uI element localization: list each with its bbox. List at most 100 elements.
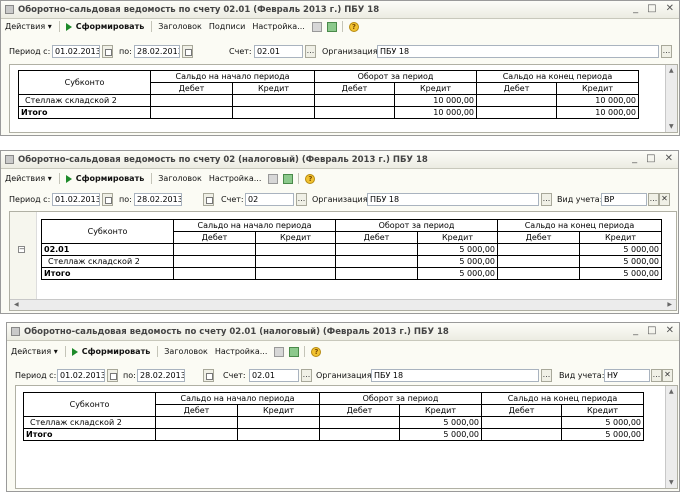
date-from-field[interactable]: 01.02.2013 (52, 45, 100, 58)
account-select-button[interactable]: ... (305, 45, 316, 58)
toolbar: Действия ▾ Сформировать Заголовок Настро… (1, 171, 678, 186)
account-select-button[interactable]: ... (301, 369, 312, 382)
account-field[interactable]: 02.01 (249, 369, 299, 382)
clear-icon[interactable]: ✕ (659, 193, 670, 206)
account-label: Счет: (223, 371, 246, 380)
title-bar[interactable]: Оборотно-сальдовая ведомость по счету 02… (7, 323, 679, 341)
actions-menu[interactable]: Действия ▾ (5, 22, 52, 31)
account-field[interactable]: 02 (245, 193, 294, 206)
acc-type-field[interactable]: НУ (604, 369, 650, 382)
org-select-button[interactable]: ... (541, 193, 552, 206)
window-icon (11, 327, 20, 336)
acc-type-select-button[interactable]: ... (651, 369, 662, 382)
filter-row: Период с: 01.02.2013 по: 28.02.2013 Счет… (1, 191, 678, 209)
org-select-button[interactable]: ... (661, 45, 672, 58)
calendar-icon[interactable] (102, 45, 113, 58)
vertical-scrollbar[interactable]: ▲ ▼ (665, 386, 677, 488)
calendar-icon[interactable] (203, 369, 214, 382)
close-icon[interactable]: ✕ (666, 3, 674, 14)
settings-button[interactable]: Настройка... (252, 22, 305, 31)
acc-type-field[interactable]: ВР (601, 193, 647, 206)
account-field[interactable]: 02.01 (254, 45, 303, 58)
settings-button[interactable]: Настройка... (209, 174, 262, 183)
scroll-up-icon[interactable]: ▲ (669, 67, 674, 74)
separator (298, 173, 300, 184)
total-row[interactable]: Итого 10 000,00 10 000,00 (18, 106, 640, 119)
report-window-3: Оборотно-сальдовая ведомость по счету 02… (6, 322, 680, 492)
maximize-icon[interactable]: □ (647, 325, 656, 336)
turnover-header: Оборот за период (313, 70, 478, 83)
calendar-icon[interactable] (107, 369, 118, 382)
window-title: Оборотно-сальдовая ведомость по счету 02… (18, 4, 380, 15)
settings-button[interactable]: Настройка... (215, 347, 268, 356)
save-icon[interactable] (326, 21, 337, 32)
close-icon[interactable]: ✕ (666, 325, 674, 336)
generate-button[interactable]: Сформировать (71, 347, 150, 356)
turnover-header: Оборот за период (334, 219, 499, 232)
date-from-field[interactable]: 01.02.2013 (52, 193, 100, 206)
group-row[interactable]: 02.01 5 000,00 5 000,00 (41, 243, 663, 256)
period-from-label: Период с: (15, 371, 57, 380)
header-button[interactable]: Заголовок (158, 22, 202, 31)
title-bar[interactable]: Оборотно-сальдовая ведомость по счету 02… (1, 1, 679, 19)
table-row[interactable]: Стеллаж складской 25 000,00 5 000,00 (41, 255, 663, 268)
minimize-icon[interactable]: _ (632, 153, 637, 164)
account-select-button[interactable]: ... (296, 193, 307, 206)
org-label: Организация: (312, 195, 371, 204)
total-row[interactable]: Итого 5 000,00 5 000,00 (41, 267, 663, 280)
save-icon[interactable] (289, 346, 300, 357)
run-icon (71, 347, 78, 356)
acc-type-select-button[interactable]: ... (648, 193, 659, 206)
generate-button[interactable]: Сформировать (65, 22, 144, 31)
help-icon[interactable]: ? (305, 173, 316, 184)
title-bar[interactable]: Оборотно-сальдовая ведомость по счету 02… (1, 151, 678, 169)
run-icon (65, 174, 72, 183)
table-row[interactable]: Стеллаж складской 25 000,00 5 000,00 (23, 416, 645, 429)
scroll-down-icon[interactable]: ▼ (669, 479, 674, 486)
date-to-field[interactable]: 28.02.2013 (134, 45, 180, 58)
actions-menu[interactable]: Действия ▾ (11, 347, 58, 356)
calendar-icon[interactable] (102, 193, 113, 206)
acc-type-label: Вид учета: (557, 195, 603, 204)
total-row[interactable]: Итого 5 000,00 5 000,00 (23, 428, 645, 441)
minimize-icon[interactable]: _ (633, 3, 638, 14)
org-select-button[interactable]: ... (541, 369, 552, 382)
org-field[interactable]: ПБУ 18 (367, 193, 539, 206)
close-icon[interactable]: ✕ (665, 153, 673, 164)
clear-icon[interactable]: ✕ (662, 369, 673, 382)
vertical-scrollbar[interactable]: ▲ ▼ (665, 65, 677, 132)
scroll-down-icon[interactable]: ▼ (669, 123, 674, 130)
collapse-group-icon[interactable]: − (18, 246, 25, 253)
acc-type-label: Вид учета: (559, 371, 605, 380)
org-field[interactable]: ПБУ 18 (371, 369, 539, 382)
signatures-button[interactable]: Подписи (209, 22, 245, 31)
minimize-icon[interactable]: _ (633, 325, 638, 336)
print-icon[interactable] (311, 21, 322, 32)
date-to-field[interactable]: 28.02.2013 (134, 193, 182, 206)
scroll-up-icon[interactable]: ▲ (669, 388, 674, 395)
generate-button[interactable]: Сформировать (65, 174, 144, 183)
maximize-icon[interactable]: □ (647, 3, 656, 14)
filter-row: Период с: 01.02.2013 по: 28.02.2013 Счет… (7, 367, 679, 385)
help-icon[interactable]: ? (311, 346, 322, 357)
header-button[interactable]: Заголовок (158, 174, 202, 183)
calendar-icon[interactable] (203, 193, 214, 206)
maximize-icon[interactable]: □ (646, 153, 655, 164)
scroll-left-icon[interactable]: ◀ (14, 301, 19, 308)
actions-menu[interactable]: Действия ▾ (5, 174, 52, 183)
scroll-right-icon[interactable]: ▶ (667, 301, 672, 308)
org-field[interactable]: ПБУ 18 (377, 45, 659, 58)
closing-balance-header: Сальдо на конец периода (476, 70, 640, 83)
table-row[interactable]: Стеллаж складской 2 10 000,00 10 000,00 (18, 94, 640, 107)
report-area: Субконто Сальдо на начало периода Оборот з… (15, 385, 678, 489)
help-icon[interactable]: ? (348, 21, 359, 32)
separator (341, 21, 343, 32)
date-to-field[interactable]: 28.02.2013 (137, 369, 185, 382)
print-icon[interactable] (274, 346, 285, 357)
print-icon[interactable] (268, 173, 279, 184)
header-button[interactable]: Заголовок (164, 347, 208, 356)
horizontal-scrollbar[interactable]: ◀ ▶ (10, 299, 676, 310)
calendar-icon[interactable] (182, 45, 193, 58)
date-from-field[interactable]: 01.02.2013 (57, 369, 105, 382)
save-icon[interactable] (283, 173, 294, 184)
